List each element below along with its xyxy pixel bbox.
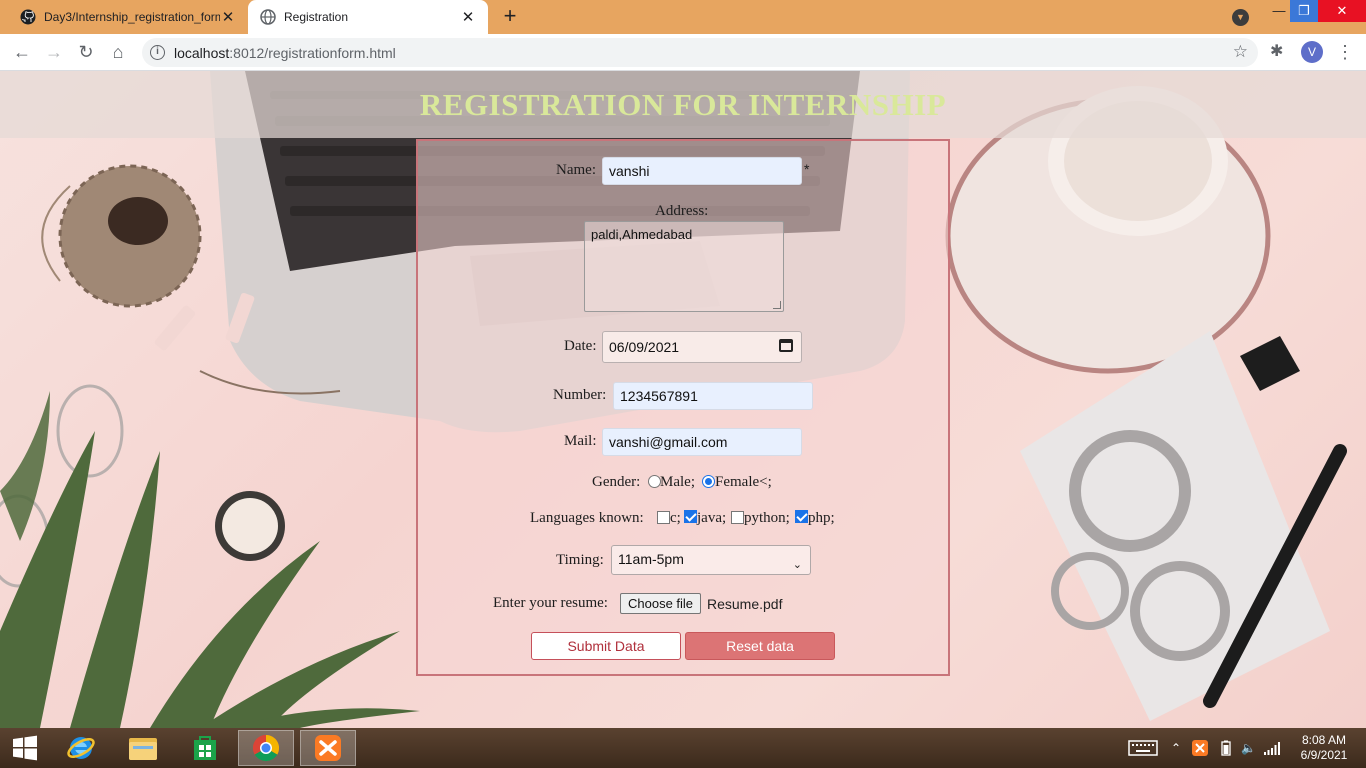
number-label: Number:	[553, 387, 607, 403]
tab-title: Day3/Internship_registration_form	[44, 10, 220, 24]
resume-label: Enter your resume:	[493, 595, 608, 611]
github-icon	[20, 9, 36, 25]
restore-icon[interactable]: ❐	[1290, 0, 1318, 22]
submit-button[interactable]: Submit Data	[531, 632, 681, 660]
windows-logo-icon	[13, 735, 37, 761]
language-php-checkbox[interactable]	[795, 510, 808, 523]
gender-label: Gender:	[592, 474, 641, 490]
clock-date: 6/9/2021	[1300, 748, 1348, 762]
network-icon[interactable]	[1264, 728, 1280, 768]
registration-form: Name: vanshi * Address: paldi,Ahmedabad …	[416, 139, 950, 676]
gender-female-radio[interactable]	[702, 475, 715, 488]
languages-label: Languages known:	[530, 510, 644, 526]
reset-button[interactable]: Reset data	[685, 632, 835, 660]
language-java-checkbox[interactable]	[684, 510, 697, 523]
system-clock[interactable]: 8:08 AM 6/9/2021	[1294, 733, 1354, 763]
language-c-checkbox[interactable]	[657, 511, 670, 524]
language-python-label: python;	[744, 510, 790, 526]
language-java-label: java;	[697, 510, 727, 526]
extensions-icon[interactable]: ✱	[1270, 41, 1283, 61]
home-icon[interactable]: ⌂	[106, 40, 130, 64]
browser-toolbar: ← → ↻ ⌂ i localhost:8012/registrationfor…	[0, 34, 1366, 71]
mail-label: Mail:	[564, 433, 597, 449]
clock-time: 8:08 AM	[1301, 733, 1347, 747]
xampp-icon	[315, 735, 341, 761]
date-input[interactable]: 06/09/2021	[602, 331, 802, 363]
bookmark-star-icon[interactable]: ☆	[1233, 42, 1248, 62]
selected-file-name: Resume.pdf	[707, 596, 783, 612]
timing-value: 11am-5pm	[618, 551, 684, 567]
address-label: Address:	[655, 203, 709, 219]
tab-github[interactable]: Day3/Internship_registration_form ✕	[8, 0, 248, 34]
internet-explorer-taskbar-item[interactable]	[53, 730, 109, 766]
url-path: :8012/registrationform.html	[229, 45, 396, 61]
chevron-down-icon: ⌄	[792, 559, 802, 571]
gender-male-label: Male;	[660, 474, 695, 490]
reload-icon[interactable]: ↻	[74, 40, 98, 64]
language-c-label: c;	[670, 510, 681, 526]
page-title: REGISTRATION FOR INTERNSHIP	[419, 87, 947, 122]
timing-select[interactable]: 11am-5pm ⌄	[611, 545, 811, 575]
taskbar: ⌃ 🔈 8:08 AM 6/9/2021	[0, 728, 1366, 768]
tab-search-icon[interactable]: ▼	[1232, 9, 1249, 26]
back-icon[interactable]: ←	[10, 40, 34, 64]
forward-icon[interactable]: →	[42, 40, 66, 64]
avatar[interactable]: V	[1301, 41, 1323, 63]
tab-title: Registration	[284, 10, 349, 24]
address-bar[interactable]: i localhost:8012/registrationform.html ☆	[142, 38, 1258, 67]
store-taskbar-item[interactable]	[177, 730, 233, 766]
page-viewport: REGISTRATION FOR INTERNSHIP Name: vanshi…	[0, 71, 1366, 728]
name-input[interactable]: vanshi	[602, 157, 802, 185]
choose-file-button[interactable]: Choose file	[620, 593, 702, 614]
folder-icon	[129, 738, 157, 760]
internet-explorer-icon	[67, 737, 95, 759]
volume-icon[interactable]: 🔈	[1241, 728, 1256, 768]
resize-handle-icon[interactable]	[773, 301, 781, 309]
number-input[interactable]: 1234567891	[613, 382, 813, 410]
date-label: Date:	[564, 338, 597, 354]
address-textarea[interactable]: paldi,Ahmedabad	[584, 221, 784, 312]
browser-tab-bar: Day3/Internship_registration_form ✕ Regi…	[0, 0, 1366, 34]
file-explorer-taskbar-item[interactable]	[115, 730, 171, 766]
chevron-up-icon[interactable]: ⌃	[1171, 728, 1181, 768]
address-value: paldi,Ahmedabad	[591, 227, 693, 242]
xampp-taskbar-item[interactable]	[300, 730, 356, 766]
info-icon[interactable]: i	[150, 45, 165, 60]
timing-label: Timing:	[556, 552, 604, 568]
chrome-icon	[252, 734, 280, 762]
header-banner: REGISTRATION FOR INTERNSHIP	[0, 71, 1366, 138]
globe-icon	[260, 9, 276, 25]
url-host: localhost	[174, 45, 230, 61]
battery-icon[interactable]	[1221, 728, 1231, 768]
url-text[interactable]: localhost:8012/registrationform.html	[174, 45, 396, 61]
close-window-icon[interactable]: ✕	[1318, 0, 1366, 22]
close-icon[interactable]: ✕	[460, 8, 476, 26]
gender-female-label: Female<;	[715, 474, 772, 490]
name-label: Name:	[556, 162, 596, 178]
xampp-tray-icon[interactable]	[1192, 728, 1208, 768]
required-mark: *	[804, 161, 810, 177]
tab-registration[interactable]: Registration ✕	[248, 0, 488, 34]
new-tab-button[interactable]: +	[498, 5, 522, 29]
mail-input[interactable]: vanshi@gmail.com	[602, 428, 802, 456]
start-button[interactable]	[0, 730, 50, 766]
store-icon	[194, 736, 216, 760]
more-menu-icon[interactable]: ⋮	[1336, 40, 1354, 64]
keyboard-icon[interactable]	[1128, 728, 1158, 768]
calendar-icon[interactable]	[779, 339, 793, 352]
language-python-checkbox[interactable]	[731, 511, 744, 524]
close-icon[interactable]: ✕	[220, 8, 236, 26]
chrome-taskbar-item[interactable]	[238, 730, 294, 766]
date-value: 06/09/2021	[609, 339, 680, 355]
language-php-label: php;	[808, 510, 835, 526]
